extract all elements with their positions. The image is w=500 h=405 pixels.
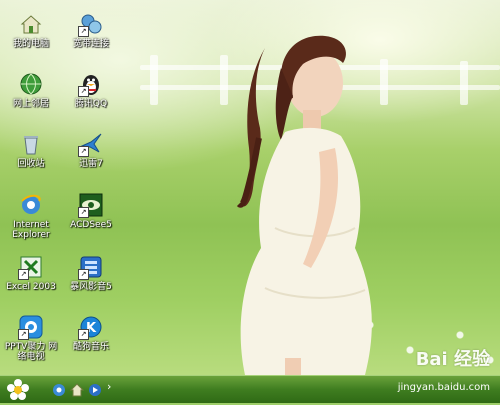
desktop-icon-label: 暴风影音5 — [70, 282, 112, 292]
desktop-icon-label: 腾讯QQ — [74, 99, 108, 109]
excel-icon: ↗ — [18, 255, 43, 280]
desktop-icon-my-computer[interactable]: 我的电脑 — [1, 12, 61, 49]
watermark-url: jingyan.baidu.com — [397, 382, 490, 393]
desktop-icon-thunder[interactable]: ↗ 迅雷7 — [61, 132, 121, 169]
desktop-icon-baofeng[interactable]: ↗ 暴风影音5 — [61, 255, 121, 292]
desktop-icon-kugou[interactable]: K ↗ 酷狗音乐 — [61, 315, 121, 352]
qq-penguin-icon: ↗ — [78, 72, 103, 97]
quicklaunch-media-player[interactable] — [88, 382, 102, 396]
desktop-icon-label: Internet Explorer — [12, 220, 50, 240]
desktop-icon-label: Excel 2003 — [6, 282, 56, 292]
network-places-icon — [19, 72, 43, 96]
desktop-icon-excel[interactable]: ↗ Excel 2003 — [1, 255, 61, 292]
flower-start-icon — [7, 379, 29, 400]
show-desktop-icon — [69, 383, 85, 397]
desktop-wallpaper: 我的电脑 ↗ 宽带连接 网上邻居 ↗ 腾讯QQ 回收站 ↗ 迅雷7 Intern… — [0, 0, 500, 375]
quicklaunch-show-desktop[interactable] — [69, 382, 85, 397]
desktop-icon-label: 我的电脑 — [12, 39, 49, 49]
desktop-icon-label: PPTV聚力 网络电视 — [4, 342, 58, 362]
desktop-icon-label: 宽带连接 — [72, 39, 109, 49]
thunder-bird-icon: ↗ — [78, 132, 103, 157]
media-player-icon — [89, 384, 101, 396]
taskbar: › jingyan.baidu.com — [0, 375, 500, 403]
my-computer-icon — [19, 12, 43, 36]
internet-explorer-icon — [19, 193, 43, 217]
desktop-icon-label: 酷狗音乐 — [72, 342, 109, 352]
kugou-music-icon: K ↗ — [78, 315, 103, 340]
desktop-icon-acdsee[interactable]: ↗ ACDSee5 — [61, 193, 121, 230]
desktop-icon-label: 回收站 — [17, 159, 45, 169]
desktop-icon-label: 迅雷7 — [79, 159, 103, 169]
quicklaunch-more-chevron[interactable]: › — [107, 380, 111, 393]
pptv-icon: ↗ — [18, 315, 43, 340]
baidu-jingyan-watermark: Bai 经验 — [416, 345, 490, 371]
internet-explorer-icon — [53, 384, 65, 396]
baofeng-player-icon: ↗ — [78, 255, 103, 280]
quicklaunch-internet-explorer[interactable] — [52, 382, 66, 396]
desktop-icon-broadband[interactable]: ↗ 宽带连接 — [61, 12, 121, 49]
acdsee-eye-icon: ↗ — [78, 193, 103, 218]
desktop-icon-label: 网上邻居 — [12, 99, 49, 109]
desktop-icon-internet-explorer[interactable]: Internet Explorer — [1, 193, 61, 240]
desktop-icon-label: ACDSee5 — [70, 220, 112, 230]
wallpaper-woman-figure — [236, 35, 372, 375]
desktop-icon-qq[interactable]: ↗ 腾讯QQ — [61, 72, 121, 109]
desktop-icon-pptv[interactable]: ↗ PPTV聚力 网络电视 — [1, 315, 61, 362]
desktop-icon-recycle-bin[interactable]: 回收站 — [1, 132, 61, 169]
watermark-logo: Bai 经验 — [415, 349, 490, 370]
broadband-connection-icon: ↗ — [78, 12, 103, 37]
start-button[interactable] — [6, 378, 30, 401]
recycle-bin-icon — [19, 132, 43, 156]
desktop-icon-network-places[interactable]: 网上邻居 — [1, 72, 61, 109]
